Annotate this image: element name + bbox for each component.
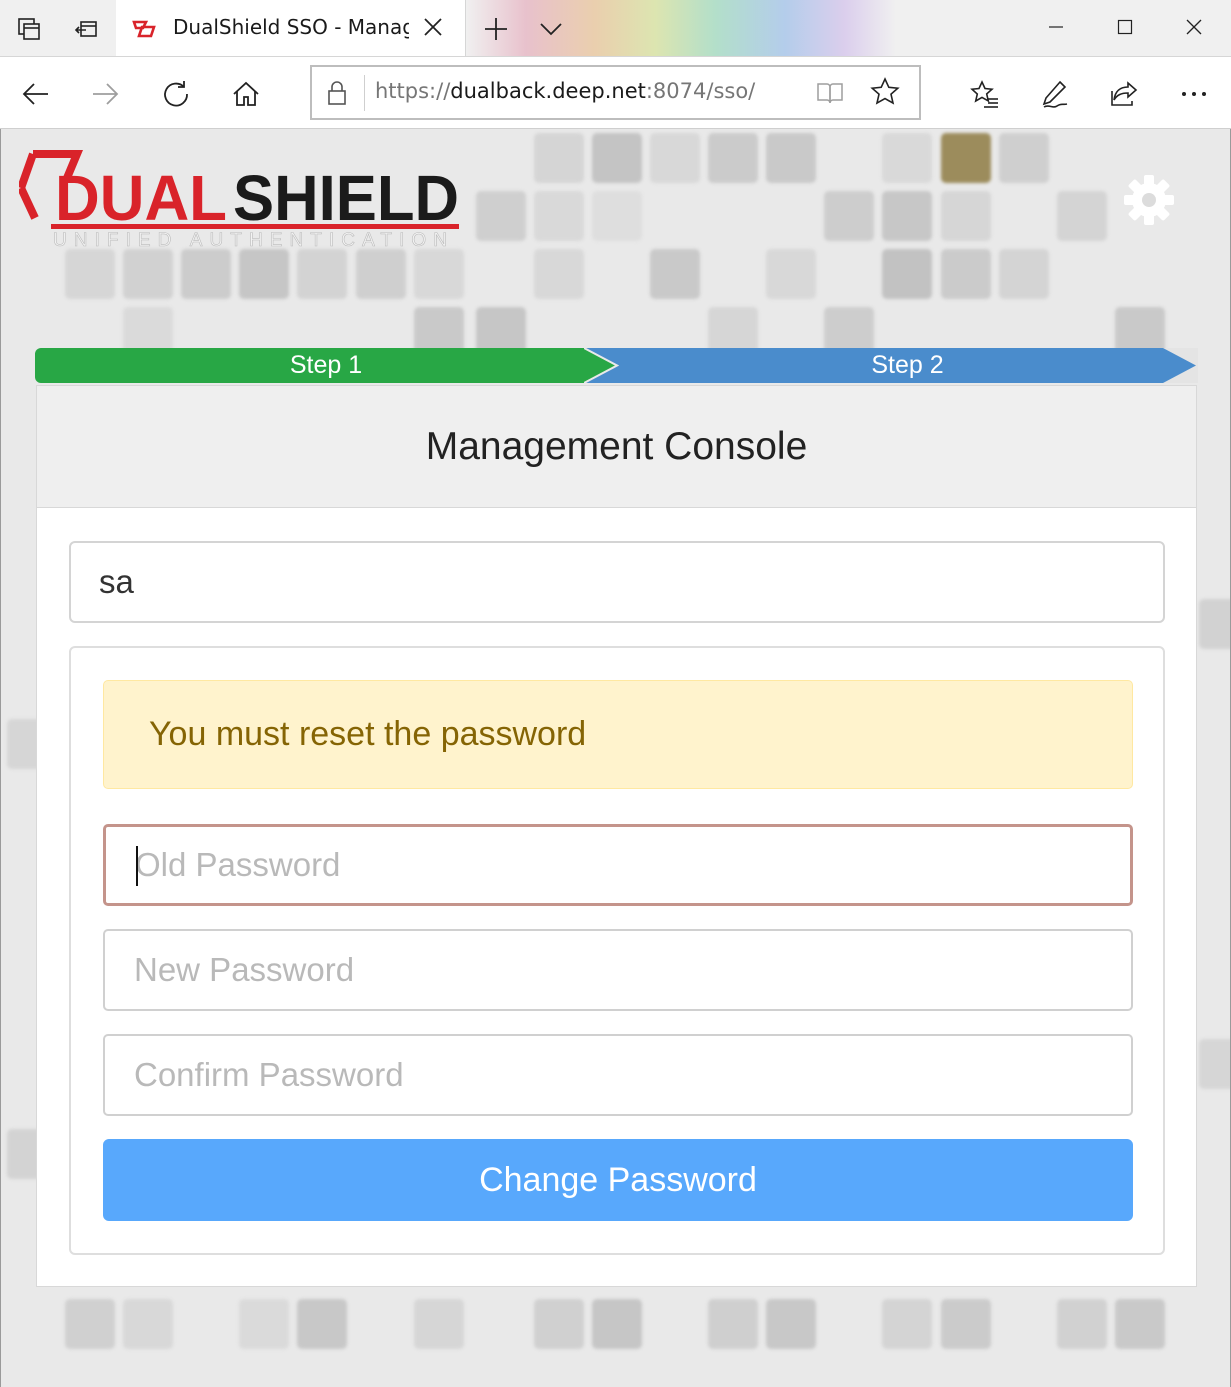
warning-alert: You must reset the password <box>103 680 1133 789</box>
address-bar-divider <box>364 75 365 111</box>
close-window-icon[interactable] <box>1171 12 1217 42</box>
step-1-indicator: Step 1 <box>35 348 617 383</box>
share-icon[interactable] <box>1104 74 1144 114</box>
maximize-icon[interactable] <box>1102 12 1148 42</box>
password-reset-panel: You must reset the password Change Passw… <box>69 646 1165 1255</box>
active-tab[interactable]: DualShield SSO - Manag <box>116 0 466 56</box>
svg-text:DUAL: DUAL <box>55 162 227 234</box>
tab-title: DualShield SSO - Manag <box>173 15 409 39</box>
tab-preview-chevron-down-icon[interactable] <box>532 10 570 48</box>
svg-text:UNIFIED AUTHENTICATION: UNIFIED AUTHENTICATION <box>53 230 451 249</box>
back-arrow-icon[interactable] <box>16 74 56 114</box>
minimize-icon[interactable] <box>1033 12 1079 42</box>
card-header: Management Console <box>37 386 1196 508</box>
new-password-input[interactable] <box>103 929 1133 1011</box>
browser-nav-bar: https://dualback.deep.net:8074/sso/ <box>0 57 1231 129</box>
management-console-card: Management Console sa You must reset the… <box>36 385 1197 1287</box>
old-password-input[interactable] <box>103 824 1133 906</box>
set-aside-tabs-icon[interactable] <box>67 10 105 48</box>
step-1-label: Step 1 <box>289 351 363 379</box>
card-title: Management Console <box>425 424 808 468</box>
step-2-indicator: Step 2 <box>617 348 1198 383</box>
dualshield-logo: DUAL SHIELD UNIFIED AUTHENTICATION <box>17 144 464 251</box>
step-2-arrow-tip <box>1163 348 1198 383</box>
browser-tab-bar: DualShield SSO - Manag <box>0 0 1231 57</box>
username-value: sa <box>99 563 134 600</box>
home-icon[interactable] <box>226 74 266 114</box>
more-options-icon[interactable] <box>1174 74 1214 114</box>
tab-bar-decoration <box>466 0 896 56</box>
reading-view-book-icon[interactable] <box>815 79 845 112</box>
step-progress-bar: Step 1 Step 2 <box>35 348 1198 383</box>
pen-notes-icon[interactable] <box>1035 74 1075 114</box>
username-display: sa <box>69 541 1165 623</box>
url-text[interactable]: https://dualback.deep.net:8074/sso/ <box>375 79 755 103</box>
step-2-label: Step 2 <box>871 351 944 379</box>
dualshield-favicon-icon <box>130 17 158 46</box>
refresh-icon[interactable] <box>156 74 196 114</box>
address-bar[interactable]: https://dualback.deep.net:8074/sso/ <box>310 65 921 120</box>
text-caret <box>136 846 138 886</box>
change-password-button[interactable]: Change Password <box>103 1139 1133 1221</box>
new-tab-icon[interactable] <box>477 10 515 48</box>
favorites-hub-icon[interactable] <box>965 74 1005 114</box>
favorite-star-icon[interactable] <box>870 77 900 112</box>
confirm-password-input[interactable] <box>103 1034 1133 1116</box>
forward-arrow-icon[interactable] <box>85 74 125 114</box>
close-tab-icon[interactable] <box>422 16 444 43</box>
alert-message: You must reset the password <box>149 715 587 753</box>
page-viewport: DUAL SHIELD UNIFIED AUTHENTICATION Step <box>0 129 1231 1387</box>
lock-icon[interactable] <box>326 79 348 112</box>
settings-gear-icon[interactable] <box>1122 173 1176 232</box>
svg-text:SHIELD: SHIELD <box>233 162 459 234</box>
step-1-arrow-tip <box>584 348 619 383</box>
tab-manager-icon[interactable] <box>10 10 48 48</box>
